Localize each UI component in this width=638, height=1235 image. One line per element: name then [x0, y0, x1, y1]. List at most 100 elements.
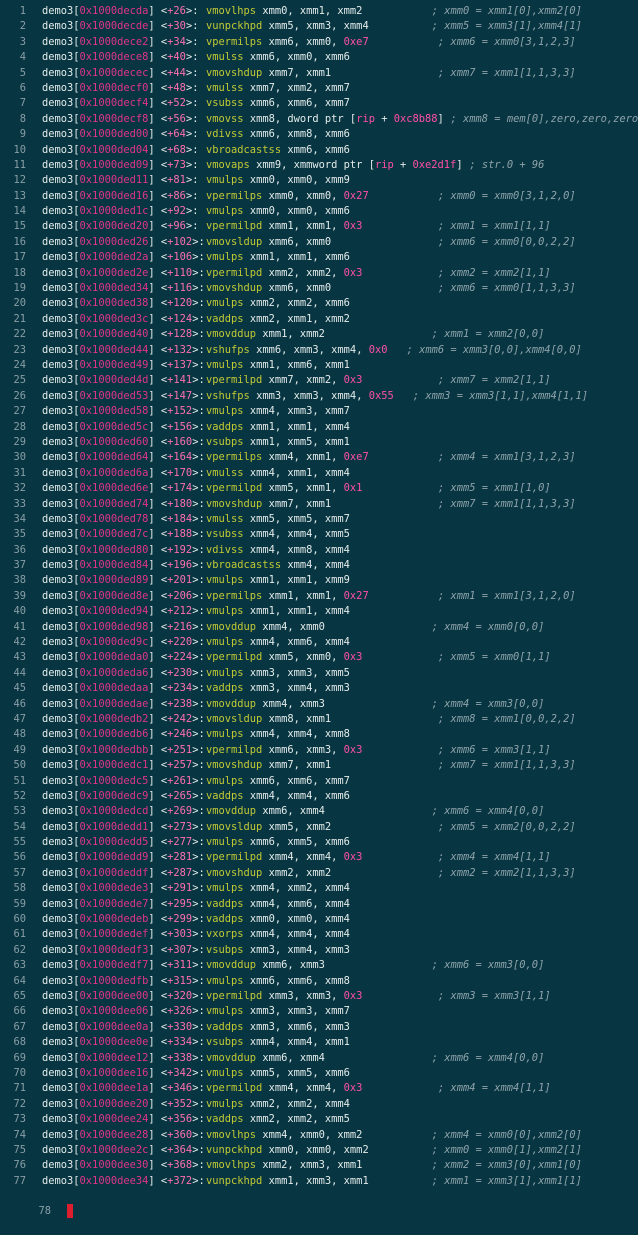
- code-line[interactable]: 31 demo3[0x1000ded6a] <+170>: vmulss xmm4,…: [0, 466, 638, 481]
- code-line[interactable]: 43 demo3[0x1000deda0] <+224>: vpermilpd xm…: [0, 650, 638, 665]
- register-operand: xmm2: [343, 1143, 369, 1156]
- code-line[interactable]: 8 demo3 [0x1000decf8] <+56>: vmovss xmm8, d…: [0, 112, 638, 127]
- code-line[interactable]: 61 demo3[0x1000dedef] <+303>: vxorps xmm4,…: [0, 927, 638, 942]
- code-line[interactable]: 47 demo3[0x1000dedb2] <+242>: vmovsldup xm…: [0, 712, 638, 727]
- code-line[interactable]: 59 demo3[0x1000dede7] <+295>: vaddps xmm4,…: [0, 897, 638, 912]
- code-line[interactable]: 28 demo3[0x1000ded5c] <+156>: vaddps xmm1,…: [0, 420, 638, 435]
- operand-separator: ,: [312, 435, 325, 448]
- function-name: demo3: [42, 497, 74, 510]
- code-line[interactable]: 69 demo3[0x1000dee12] <+338>: vmovddup xmm…: [0, 1051, 638, 1066]
- code-line[interactable]: 37 demo3[0x1000ded84] <+196>: vbroadcastss…: [0, 558, 638, 573]
- code-line[interactable]: 29 demo3[0x1000ded60] <+160>: vsubps xmm1,…: [0, 435, 638, 450]
- code-line[interactable]: 70 demo3[0x1000dee16] <+342>: vmulps xmm5,…: [0, 1066, 638, 1081]
- instruction: vmulps xmm1, xmm1, xmm6: [206, 250, 350, 265]
- empty-line[interactable]: 78: [0, 1189, 638, 1219]
- code-line[interactable]: 30 demo3[0x1000ded64] <+164>: vpermilps xm…: [0, 450, 638, 465]
- code-line[interactable]: 39 demo3[0x1000ded8e] <+206>: vpermilps xm…: [0, 589, 638, 604]
- code-line[interactable]: 26 demo3[0x1000ded53] <+147>: vshufps xmm3…: [0, 389, 638, 404]
- code-line[interactable]: 48 demo3[0x1000dedb6] <+246>: vmulps xmm4,…: [0, 727, 638, 742]
- code-line[interactable]: 72 demo3[0x1000dee20] <+352>: vmulps xmm2,…: [0, 1097, 638, 1112]
- asm-comment: ; xmm5 = xmm1[1,0]: [437, 482, 551, 495]
- code-line[interactable]: 62 demo3[0x1000dedf3] <+307>: vsubps xmm3,…: [0, 943, 638, 958]
- code-line[interactable]: 65 demo3[0x1000dee00] <+320>: vpermilpd xm…: [0, 989, 638, 1004]
- code-line[interactable]: 4 demo3[0x1000dece8] <+40>: vmulss xmm6, x…: [0, 50, 638, 65]
- code-line[interactable]: 18 demo3[0x1000ded2e] <+110>: vpermilpd xm…: [0, 266, 638, 281]
- line-number: 55: [13, 836, 26, 849]
- code-line[interactable]: 27 demo3[0x1000ded58] <+152>: vmulps xmm4,…: [0, 404, 638, 419]
- code-line[interactable]: 42 demo3[0x1000ded9c] <+220>: vmulps xmm4,…: [0, 635, 638, 650]
- asm-comment: ; xmm6 = xmm0[3,1,2,3]: [437, 35, 576, 48]
- code-line[interactable]: 21 demo3[0x1000ded3c] <+124>: vaddps xmm2,…: [0, 312, 638, 327]
- code-line[interactable]: 13 demo3[0x1000ded16] <+86>: vpermilps xmm…: [0, 189, 638, 204]
- code-line[interactable]: 77 demo3[0x1000dee34] <+372>: vunpckhpd xm…: [0, 1174, 638, 1189]
- code-line[interactable]: 12 demo3[0x1000ded11] <+81>: vmulps xmm0, …: [0, 173, 638, 188]
- code-line[interactable]: 66 demo3[0x1000dee06] <+326>: vmulps xmm3,…: [0, 1004, 638, 1019]
- code-line[interactable]: 16 demo3[0x1000ded26] <+102>: vmovsldup xm…: [0, 235, 638, 250]
- code-line[interactable]: 1 demo3[0x1000decda] <+26>: vmovlhps xmm0,…: [0, 4, 638, 19]
- code-line[interactable]: 24 demo3[0x1000ded49] <+137>: vmulps xmm1,…: [0, 358, 638, 373]
- mnemonic: vpermilps: [206, 189, 263, 202]
- code-line[interactable]: 32 demo3[0x1000ded6e] <+174>: vpermilpd xm…: [0, 481, 638, 496]
- register-operand: xmm4: [287, 682, 313, 695]
- code-line[interactable]: 17 demo3[0x1000ded2a] <+106>: vmulps xmm1,…: [0, 250, 638, 265]
- register-operand: xmm1: [287, 312, 313, 325]
- code-line[interactable]: 6 demo3[0x1000decf0] <+48>: vmulss xmm7, x…: [0, 81, 638, 96]
- code-line[interactable]: 15 demo3[0x1000ded20] <+96>: vpermilpd xmm…: [0, 219, 638, 234]
- code-line[interactable]: 56 demo3[0x1000dedd9] <+281>: vpermilpd xm…: [0, 850, 638, 865]
- code-line[interactable]: 58 demo3[0x1000dede3] <+291>: vmulps xmm4,…: [0, 881, 638, 896]
- code-line[interactable]: 19 demo3[0x1000ded34] <+116>: vmovshdup xm…: [0, 281, 638, 296]
- code-line[interactable]: 11 demo3 [0x1000ded09] <+73>: vmovaps xmm9,…: [0, 158, 638, 173]
- code-line[interactable]: 9 demo3[0x1000ded00] <+64>: vdivss xmm6, x…: [0, 127, 638, 142]
- code-line[interactable]: 67 demo3[0x1000dee0a] <+330>: vaddps xmm3,…: [0, 1020, 638, 1035]
- code-line[interactable]: 64 demo3[0x1000dedfb] <+315>: vmulps xmm6,…: [0, 974, 638, 989]
- code-line[interactable]: 5 demo3[0x1000decec] <+44>: vmovshdup xmm7…: [0, 66, 638, 81]
- code-line[interactable]: 49 demo3[0x1000dedbb] <+251>: vpermilpd xm…: [0, 743, 638, 758]
- code-line[interactable]: 68 demo3[0x1000dee0e] <+334>: vsubps xmm4,…: [0, 1035, 638, 1050]
- code-line[interactable]: 7 demo3[0x1000decf4] <+52>: vsubss xmm6, x…: [0, 96, 638, 111]
- code-line[interactable]: 76 demo3[0x1000dee30] <+368>: vmovlhps xmm…: [0, 1158, 638, 1173]
- bracket-close: ] <: [148, 251, 168, 264]
- code-line[interactable]: 34 demo3[0x1000ded78] <+184>: vmulss xmm5,…: [0, 512, 638, 527]
- code-line[interactable]: 10 demo3[0x1000ded04] <+68>: vbroadcastss …: [0, 143, 638, 158]
- code-line[interactable]: 36 demo3[0x1000ded80] <+192>: vdivss xmm4,…: [0, 543, 638, 558]
- code-line[interactable]: 60 demo3[0x1000dedeb] <+299>: vaddps xmm0,…: [0, 912, 638, 927]
- code-line[interactable]: 75 demo3[0x1000dee2c] <+364>: vunpckhpd xm…: [0, 1143, 638, 1158]
- code-line[interactable]: 40 demo3[0x1000ded94] <+212>: vmulps xmm1,…: [0, 604, 638, 619]
- instruction: vsubps xmm4, xmm4, xmm1: [206, 1035, 350, 1050]
- code-line[interactable]: 38 demo3[0x1000ded89] <+201>: vmulps xmm1,…: [0, 573, 638, 588]
- code-line[interactable]: 35 demo3[0x1000ded7c] <+188>: vsubss xmm4,…: [0, 527, 638, 542]
- offset: +238: [167, 697, 193, 710]
- code-line[interactable]: 41 demo3[0x1000ded98] <+216>: vmovddup xmm…: [0, 620, 638, 635]
- code-line[interactable]: 55 demo3[0x1000dedd5] <+277>: vmulps xmm6,…: [0, 835, 638, 850]
- code-line[interactable]: 14 demo3[0x1000ded1c] <+92>: vmulps xmm0, …: [0, 204, 638, 219]
- code-line[interactable]: 22 demo3[0x1000ded40] <+128>: vmovddup xmm…: [0, 327, 638, 342]
- code-line[interactable]: 46 demo3[0x1000dedae] <+238>: vmovddup xmm…: [0, 697, 638, 712]
- code-line[interactable]: 50 demo3[0x1000dedc1] <+257>: vmovshdup xm…: [0, 758, 638, 773]
- asm-comment: ; xmm7 = xmm1[1,1,3,3]: [437, 66, 576, 79]
- instruction: vpermilps xmm4, xmm1, 0xe7: [206, 450, 369, 465]
- code-line[interactable]: 74 demo3[0x1000dee28] <+360>: vmovlhps xmm…: [0, 1128, 638, 1143]
- code-line[interactable]: 73 demo3[0x1000dee24] <+356>: vaddps xmm2,…: [0, 1112, 638, 1127]
- code-line[interactable]: 25 demo3[0x1000ded4d] <+141>: vpermilpd xm…: [0, 373, 638, 388]
- code-line[interactable]: 53 demo3[0x1000dedcd] <+269>: vmovddup xmm…: [0, 804, 638, 819]
- code-line[interactable]: 57 demo3[0x1000deddf] <+287>: vmovshdup xm…: [0, 866, 638, 881]
- code-line[interactable]: 45 demo3[0x1000dedaa] <+234>: vaddps xmm3,…: [0, 681, 638, 696]
- code-line[interactable]: 2 demo3[0x1000decde] <+30>: vunpckhpd xmm5…: [0, 19, 638, 34]
- code-line[interactable]: 51 demo3[0x1000dedc5] <+261>: vmulps xmm6,…: [0, 774, 638, 789]
- code-line[interactable]: 52 demo3[0x1000dedc9] <+265>: vaddps xmm4,…: [0, 789, 638, 804]
- line-number: 30: [13, 451, 26, 464]
- operand-separator: ,: [312, 1020, 325, 1033]
- operand-separator: ,: [274, 789, 288, 802]
- code-line[interactable]: 20 demo3[0x1000ded38] <+120>: vmulps xmm2,…: [0, 296, 638, 311]
- code-line[interactable]: 63 demo3[0x1000dedf7] <+311>: vmovddup xmm…: [0, 958, 638, 973]
- offset: +110: [167, 266, 193, 279]
- disassembly-editor[interactable]: 1 demo3[0x1000decda] <+26>: vmovlhps xmm0,…: [0, 0, 638, 1219]
- code-line[interactable]: 44 demo3[0x1000deda6] <+230>: vmulps xmm3,…: [0, 666, 638, 681]
- code-line[interactable]: 54 demo3[0x1000dedd1] <+273>: vmovsldup xm…: [0, 820, 638, 835]
- code-line[interactable]: 23 demo3[0x1000ded44] <+132>: vshufps xmm6…: [0, 343, 638, 358]
- line-number: 17: [13, 251, 26, 264]
- code-line[interactable]: 33 demo3[0x1000ded74] <+180>: vmovshdup xm…: [0, 497, 638, 512]
- code-line[interactable]: 71 demo3[0x1000dee1a] <+346>: vpermilpd xm…: [0, 1081, 638, 1096]
- operand-separator: ,: [274, 666, 288, 679]
- code-line[interactable]: 3 demo3[0x1000dece2] <+34>: vpermilps xmm6…: [0, 35, 638, 50]
